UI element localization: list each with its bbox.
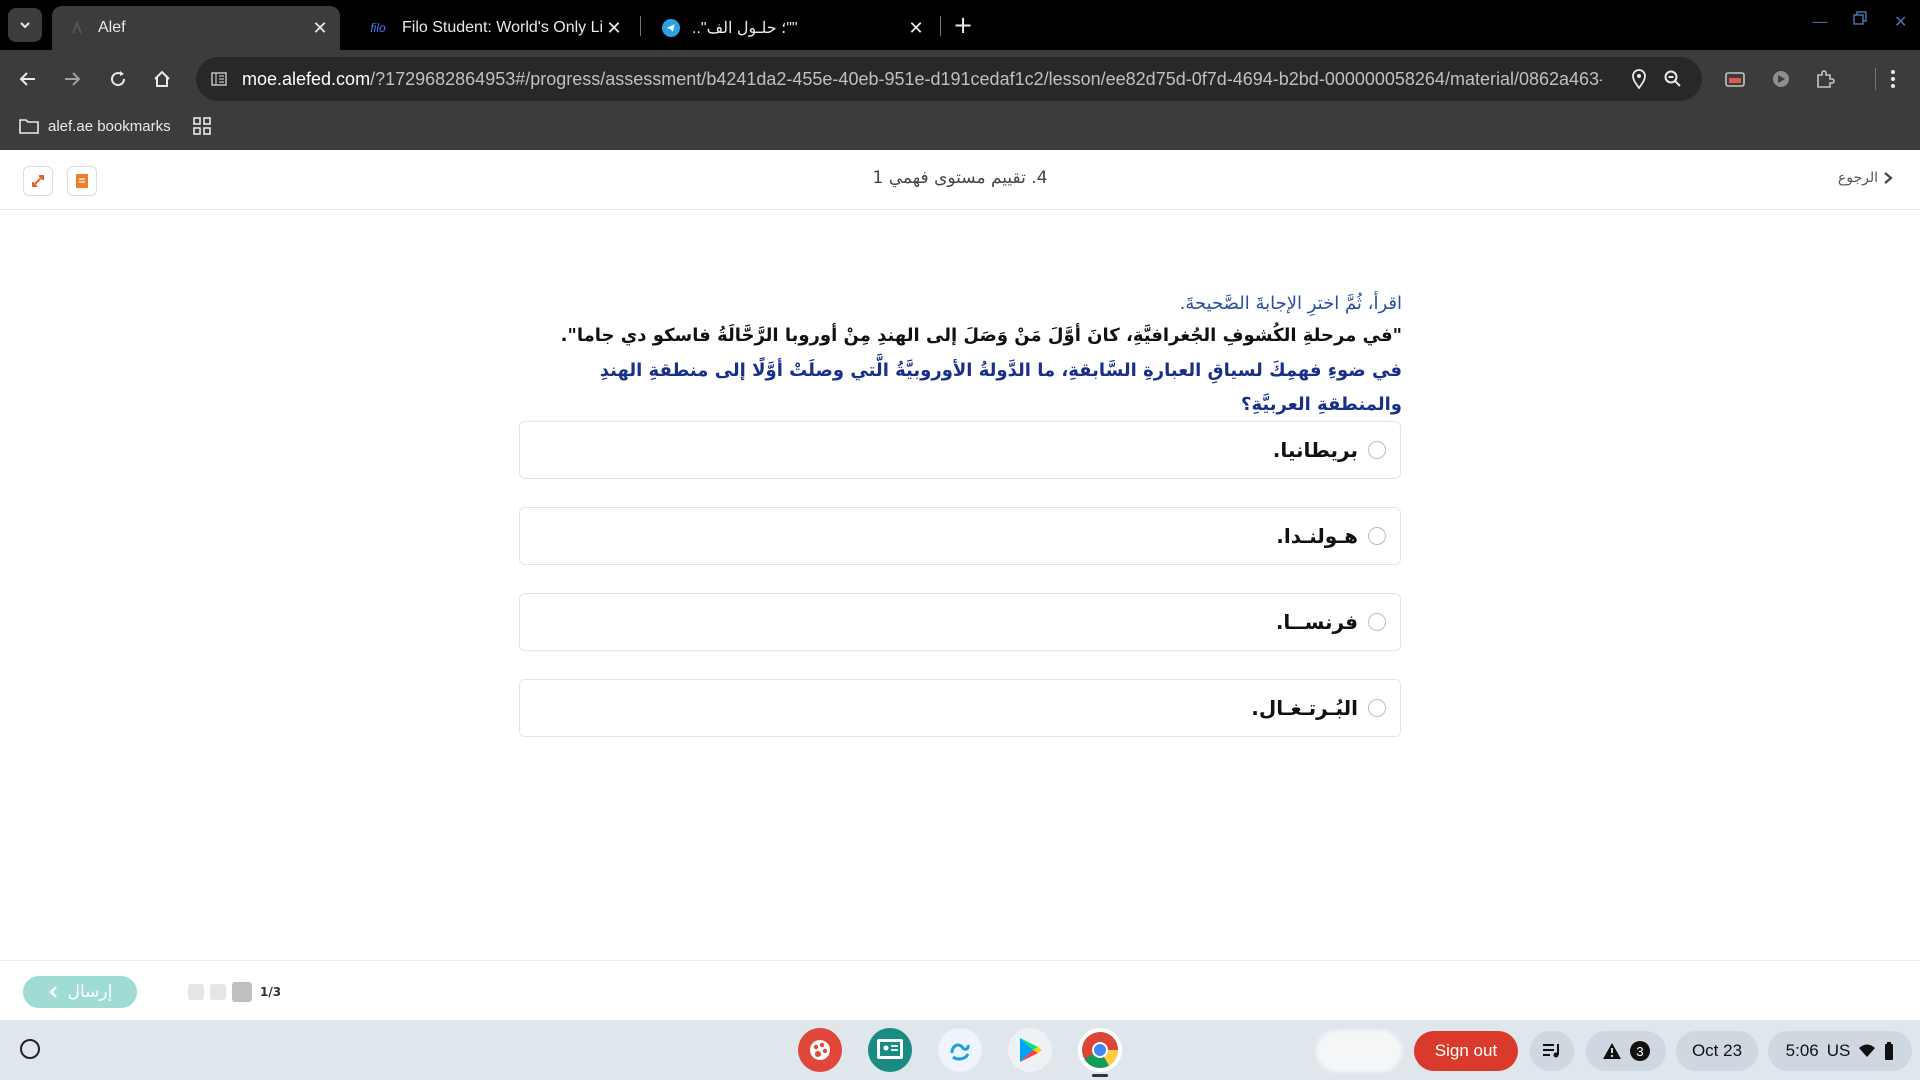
close-icon[interactable]: ✕	[602, 18, 626, 39]
playlist-icon	[1543, 1044, 1559, 1058]
question-instruction: اقرأ، ثُمَّ اخترِ الإجابةَ الصَّحيحةَ.	[1179, 293, 1402, 314]
back-label: الرجوع	[1837, 170, 1878, 186]
radio-button[interactable]	[1368, 527, 1386, 545]
forward-arrow-icon[interactable]	[56, 63, 88, 95]
page-dot[interactable]	[188, 984, 204, 1000]
tab-filo[interactable]: filo Filo Student: World's Only Live I ✕	[350, 6, 634, 50]
sign-out-button[interactable]: Sign out	[1414, 1031, 1518, 1071]
telegram-icon	[662, 19, 680, 37]
assessment-footer: إرسال 1/3	[0, 960, 1920, 1020]
url-host: moe.alefed.com	[242, 68, 371, 89]
progress-counter: 1/3	[260, 985, 282, 999]
bookmark-folder-alef[interactable]: alef.ae bookmarks	[18, 116, 171, 136]
option-label: البُـرتـغـال.	[1251, 696, 1358, 720]
chevron-right-icon	[1884, 172, 1893, 184]
tab-alef[interactable]: Alef ✕	[52, 6, 340, 50]
tab-title: Filo Student: World's Only Live I	[402, 19, 602, 36]
option-label: فرنســا.	[1275, 610, 1358, 634]
page-title: 4. تقييم مستوى فهمي 1	[872, 168, 1048, 188]
connect-app-icon[interactable]	[938, 1028, 982, 1072]
page-dot[interactable]	[210, 984, 226, 1000]
battery-icon	[1885, 1042, 1894, 1060]
url-text: moe.alefed.com/?1729682864953#/progress/…	[242, 69, 1602, 90]
restore-icon[interactable]	[1852, 10, 1868, 30]
more-menu-icon[interactable]	[1880, 66, 1906, 92]
tab-strip: Alef ✕ filo Filo Student: World's Only L…	[0, 0, 1920, 50]
wifi-icon	[1859, 1044, 1876, 1057]
cast-icon[interactable]	[1722, 66, 1748, 92]
minimize-icon[interactable]: —	[1812, 12, 1828, 31]
browser-toolbar: moe.alefed.com/?1729682864953#/progress/…	[0, 50, 1920, 108]
zoom-icon[interactable]	[1662, 68, 1684, 90]
question-prompt: في ضوءِ فهمِكَ لسياقِ العبارةِ السَّابقة…	[599, 360, 1402, 415]
tab-divider	[640, 16, 641, 36]
notification-count-badge: 3	[1630, 1041, 1650, 1061]
date-button[interactable]: Oct 23	[1676, 1031, 1758, 1071]
page-dot-current[interactable]	[232, 982, 252, 1002]
document-icon	[76, 174, 88, 188]
chevron-down-icon	[20, 22, 30, 29]
site-info-icon[interactable]	[208, 68, 230, 90]
clock-time: 5:06	[1785, 1041, 1819, 1060]
canvas-app-icon[interactable]	[798, 1028, 842, 1072]
chevron-left-icon	[48, 986, 57, 998]
option-label: هـولنـدا.	[1276, 524, 1358, 548]
question-pager: 1/3	[188, 982, 281, 1002]
lesson-header: 4. تقييم مستوى فهمي 1 الرجوع	[0, 150, 1920, 210]
input-locale: US	[1826, 1041, 1851, 1060]
radio-button[interactable]	[1368, 441, 1386, 459]
question-quote: "في مرحلةِ الكُشوفِ الجُغرافيَّةِ، كانَ …	[560, 325, 1402, 346]
bookmarks-bar: alef.ae bookmarks	[0, 108, 1920, 150]
bookmark-label: alef.ae bookmarks	[48, 117, 171, 135]
filo-favicon-icon: filo	[370, 21, 386, 35]
tab-title: ""؛ حلـول الف"..	[692, 20, 798, 37]
close-icon[interactable]: ✕	[904, 18, 928, 39]
classroom-app-icon[interactable]	[868, 1028, 912, 1072]
submit-button[interactable]: إرسال	[23, 976, 137, 1008]
radio-button[interactable]	[1368, 699, 1386, 717]
system-shelf: Sign out 3 Oct 23 5:06 US	[0, 1020, 1920, 1080]
folder-icon	[18, 116, 40, 136]
warning-icon	[1603, 1043, 1621, 1059]
chrome-app-icon[interactable]	[1078, 1028, 1122, 1072]
play-store-app-icon[interactable]	[1008, 1028, 1052, 1072]
address-bar[interactable]: moe.alefed.com/?1729682864953#/progress/…	[196, 57, 1702, 101]
fullscreen-button[interactable]	[23, 166, 53, 196]
notifications-button[interactable]: 3	[1586, 1031, 1666, 1071]
answer-option[interactable]: بريطانيا.	[519, 421, 1401, 479]
expand-icon	[32, 175, 44, 187]
tab-title: Alef	[98, 19, 126, 36]
url-path: /?1729682864953#/progress/assessment/b42…	[370, 68, 1602, 89]
media-controls-button[interactable]	[1530, 1031, 1574, 1071]
reload-icon[interactable]	[102, 63, 134, 95]
submit-label: إرسال	[67, 982, 113, 1002]
answer-option[interactable]: فرنســا.	[519, 593, 1401, 651]
radio-button[interactable]	[1368, 613, 1386, 631]
tab-divider	[940, 16, 941, 36]
back-arrow-icon[interactable]	[12, 63, 44, 95]
status-tray[interactable]: 5:06 US	[1768, 1031, 1912, 1071]
puzzle-extensions-icon[interactable]	[1812, 66, 1838, 92]
answer-option[interactable]: البُـرتـغـال.	[519, 679, 1401, 737]
apps-grid-icon[interactable]	[192, 116, 212, 136]
tab-search-button[interactable]	[8, 8, 42, 42]
option-label: بريطانيا.	[1272, 438, 1358, 462]
close-window-icon[interactable]: ✕	[1894, 12, 1907, 31]
tab-telegram[interactable]: ""؛ حلـول الف".. ✕	[646, 6, 936, 50]
document-button[interactable]	[67, 166, 97, 196]
active-app-indicator	[1092, 1074, 1108, 1077]
user-avatar-blurred[interactable]	[1316, 1030, 1402, 1072]
location-pin-icon[interactable]	[1628, 68, 1650, 90]
home-icon[interactable]	[146, 63, 178, 95]
extension-circle-icon[interactable]	[1768, 66, 1794, 92]
launcher-icon[interactable]	[20, 1039, 40, 1059]
back-button[interactable]: الرجوع	[1838, 170, 1894, 186]
alef-favicon-icon	[68, 19, 86, 37]
close-icon[interactable]: ✕	[308, 18, 332, 39]
question-block: اقرأ، ثُمَّ اخترِ الإجابةَ الصَّحيحةَ. "…	[520, 290, 1402, 422]
answer-option[interactable]: هـولنـدا.	[519, 507, 1401, 565]
new-tab-button[interactable]: +	[948, 10, 978, 40]
